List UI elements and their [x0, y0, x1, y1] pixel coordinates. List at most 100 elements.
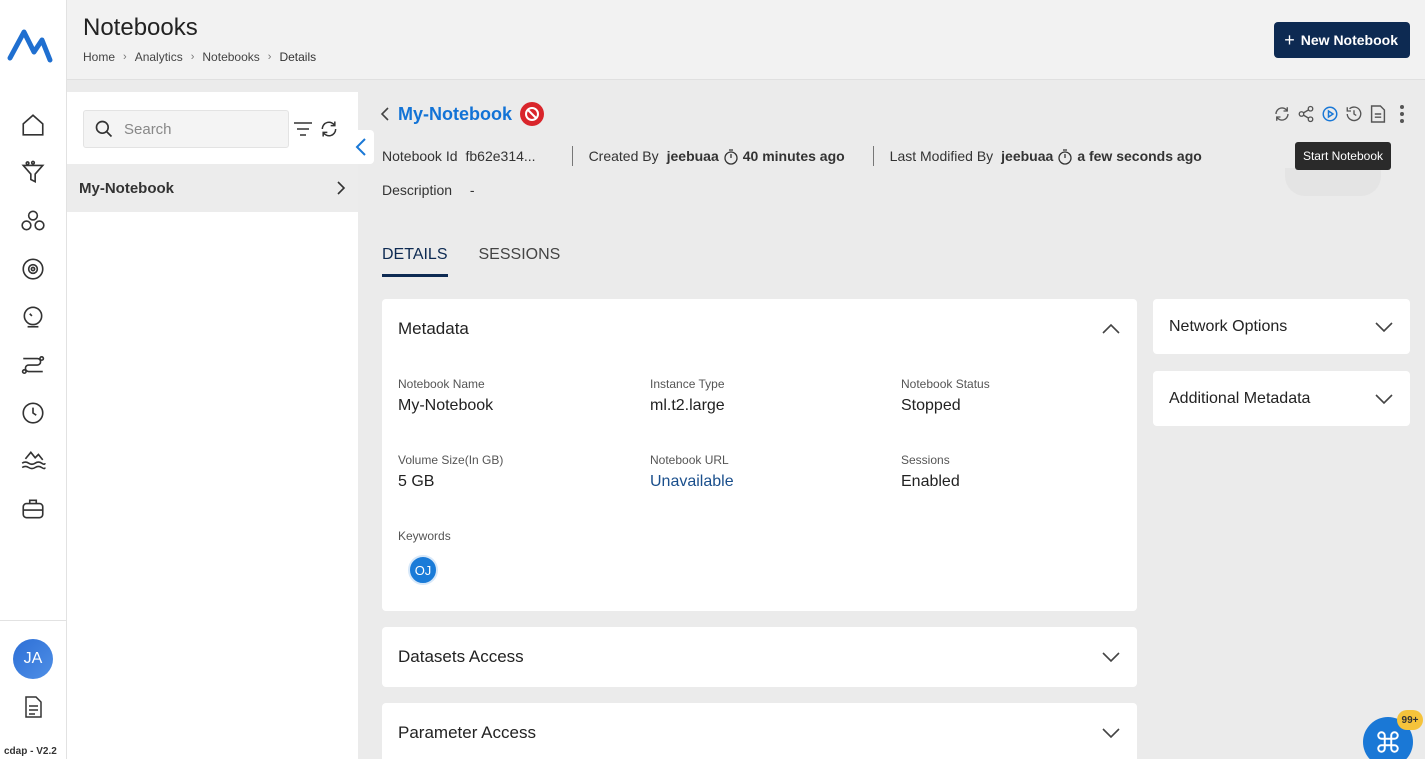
detail-tabs: DETAILS SESSIONS: [382, 246, 560, 277]
chevron-right-icon: ›: [123, 51, 127, 63]
left-rail: JA cdap - V2.2: [0, 0, 67, 759]
search-box[interactable]: [83, 110, 289, 148]
file-icon[interactable]: [1369, 104, 1387, 124]
funnel-icon[interactable]: [19, 159, 47, 187]
cluster-icon[interactable]: [19, 207, 47, 235]
document-icon[interactable]: [19, 693, 47, 721]
back-chevron-icon[interactable]: [380, 106, 390, 122]
notification-badge: 99+: [1397, 710, 1423, 730]
field-volume-size: Volume Size(In GB) 5 GB: [398, 453, 503, 491]
field-label: Keywords: [398, 529, 451, 543]
sync-icon[interactable]: [1273, 104, 1291, 124]
chevron-down-icon: [1102, 652, 1120, 663]
created-by-user: jeebuaa: [666, 148, 719, 164]
field-label: Volume Size(In GB): [398, 453, 504, 467]
stopped-status-icon: [520, 102, 544, 126]
additional-metadata-header[interactable]: Additional Metadata: [1153, 371, 1410, 426]
field-value: 5 GB: [398, 473, 435, 490]
rail-divider: [0, 620, 67, 621]
field-notebook-status: Notebook Status Stopped: [901, 377, 990, 415]
field-label: Instance Type: [650, 377, 725, 391]
modified-by-user: jeebuaa: [1001, 148, 1054, 164]
new-notebook-label: New Notebook: [1300, 32, 1398, 48]
notebook-meta: Notebook Id fb62e314... Created By jeebu…: [382, 146, 1206, 166]
start-notebook-tooltip: Start Notebook: [1294, 142, 1391, 170]
chevron-right-icon: [337, 181, 346, 195]
meta-divider: [872, 146, 874, 166]
notebook-title-row: My-Notebook: [380, 102, 544, 126]
chevron-down-icon: [1375, 321, 1393, 332]
created-by-label: Created By: [588, 148, 659, 164]
modified-ago: a few seconds ago: [1077, 148, 1202, 164]
network-options-header[interactable]: Network Options: [1153, 299, 1410, 354]
workflow-icon[interactable]: [19, 351, 47, 379]
collapse-panel-button[interactable]: [348, 130, 374, 164]
lab-icon[interactable]: [19, 303, 47, 331]
field-value: My-Notebook: [398, 397, 494, 414]
notebook-url-link[interactable]: Unavailable: [650, 473, 734, 491]
meta-divider: [571, 146, 573, 166]
plus-icon: +: [1284, 29, 1295, 50]
briefcase-icon[interactable]: [19, 495, 47, 523]
chevron-right-icon: ›: [190, 51, 195, 63]
search-icon: [95, 120, 113, 138]
datasets-access-title: Datasets Access: [398, 647, 524, 666]
metadata-header[interactable]: Metadata: [382, 299, 1137, 359]
field-notebook-name: Notebook Name My-Notebook: [398, 377, 493, 415]
keyword-chip[interactable]: OJ: [408, 555, 438, 585]
field-label: Notebook URL: [650, 453, 729, 467]
notebook-actions: [1273, 104, 1411, 124]
lake-icon[interactable]: [19, 447, 47, 475]
avatar[interactable]: JA: [13, 639, 53, 679]
new-notebook-button[interactable]: + New Notebook: [1274, 22, 1410, 58]
metadata-title: Metadata: [398, 319, 469, 338]
home-icon[interactable]: [19, 111, 47, 139]
breadcrumb-details: Details: [279, 50, 317, 64]
search-input[interactable]: [124, 120, 274, 138]
chevron-down-icon: [1375, 393, 1393, 404]
settings-target-icon[interactable]: [19, 255, 47, 283]
additional-metadata-card: Additional Metadata: [1153, 371, 1410, 426]
datasets-access-card: Datasets Access: [382, 627, 1137, 687]
more-vertical-icon[interactable]: [1393, 104, 1411, 124]
share-icon[interactable]: [1297, 104, 1315, 124]
tab-details[interactable]: DETAILS: [382, 246, 448, 277]
metadata-card: Metadata Notebook Name My-Notebook Insta…: [382, 299, 1137, 611]
clock-icon[interactable]: [19, 399, 47, 427]
start-notebook-icon[interactable]: [1321, 104, 1339, 124]
parameter-access-header[interactable]: Parameter Access: [382, 703, 1137, 759]
notebook-name: My-Notebook: [398, 103, 512, 124]
created-ago: 40 minutes ago: [742, 148, 845, 164]
breadcrumb-analytics[interactable]: Analytics: [135, 50, 183, 64]
list-item[interactable]: My-Notebook: [67, 164, 358, 212]
timer-icon: [724, 148, 738, 165]
app-logo[interactable]: [6, 22, 54, 66]
notebook-list-panel: My-Notebook: [67, 92, 358, 759]
page-title: Notebooks: [83, 14, 198, 41]
description-value: -: [469, 182, 475, 198]
datasets-access-header[interactable]: Datasets Access: [382, 627, 1137, 687]
history-icon[interactable]: [1345, 104, 1363, 124]
field-instance-type: Instance Type ml.t2.large: [650, 377, 725, 415]
filter-icon[interactable]: [292, 118, 314, 140]
chevron-down-icon: [1102, 728, 1120, 739]
breadcrumb-notebooks[interactable]: Notebooks: [202, 50, 259, 64]
app-version: cdap - V2.2: [4, 746, 57, 757]
field-sessions: Sessions Enabled: [901, 453, 960, 491]
chevron-left-icon: [355, 138, 366, 156]
page-header: Notebooks Home › Analytics › Notebooks ›…: [67, 0, 1425, 80]
refresh-icon[interactable]: [318, 118, 340, 140]
chevron-right-icon: ›: [267, 51, 272, 63]
network-options-card: Network Options: [1153, 299, 1410, 354]
notebook-id-value: fb62e314...: [465, 148, 536, 164]
field-label: Sessions: [901, 453, 950, 467]
main-content: My-Notebook Notebook Id fb62e314... Crea…: [358, 80, 1425, 759]
breadcrumb-home[interactable]: Home: [83, 50, 115, 64]
field-label: Notebook Name: [398, 377, 485, 391]
additional-metadata-title: Additional Metadata: [1169, 389, 1311, 407]
tab-sessions[interactable]: SESSIONS: [479, 246, 561, 277]
parameter-access-title: Parameter Access: [398, 723, 536, 742]
network-options-title: Network Options: [1169, 317, 1288, 335]
field-value: Stopped: [901, 397, 961, 414]
field-notebook-url: Notebook URL Unavailable: [650, 453, 734, 491]
